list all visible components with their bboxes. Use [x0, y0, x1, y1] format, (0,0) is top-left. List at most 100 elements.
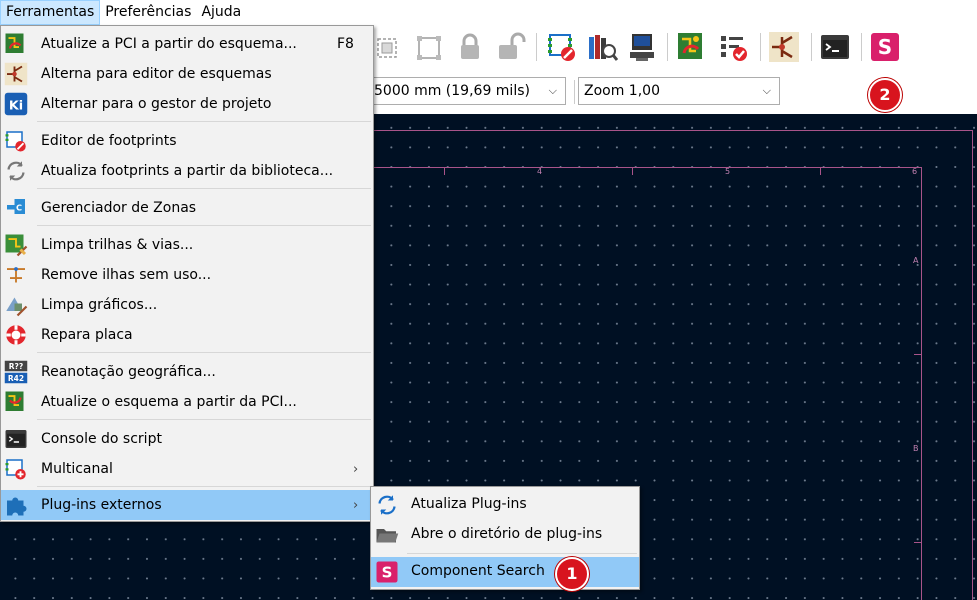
submenu-item-open-plugin-dir[interactable]: Abre o diretório de plug-ins: [371, 520, 639, 550]
menu-item-label: Gerenciador de Zonas: [41, 200, 197, 216]
multichannel-icon: [5, 459, 26, 480]
group-icon[interactable]: [374, 31, 406, 63]
toolbar-separator: [574, 80, 575, 104]
menu-item-zone-manager[interactable]: C Gerenciador de Zonas: [1, 193, 373, 223]
submenu-item-label: Atualiza Plug-ins: [411, 496, 527, 512]
annotation-badge-1: 1: [555, 557, 589, 591]
zoom-select-value: Zoom 1,00: [584, 83, 660, 99]
schematic-editor-icon: [4, 62, 28, 86]
reannotate-icon: R?? R42: [4, 360, 28, 384]
footprint-editor-icon[interactable]: [546, 31, 578, 63]
menu-item-cleanup-tracks[interactable]: Limpa trilhas & vias...: [1, 230, 373, 260]
script-console-icon: [5, 430, 27, 448]
frame-tick: [820, 167, 821, 175]
repair-board-icon: [6, 325, 26, 345]
menu-item-script-console[interactable]: Console do script: [1, 424, 373, 454]
3d-viewer-icon[interactable]: [626, 31, 658, 63]
svg-text:R42: R42: [8, 374, 24, 383]
chevron-right-icon: ›: [353, 461, 359, 477]
menu-item-schematic-editor[interactable]: Alterna para editor de esquemas: [1, 59, 373, 89]
menu-item-update-schematic[interactable]: Atualize o esquema a partir da PCI...: [1, 387, 373, 417]
menu-separator: [37, 121, 371, 122]
footprint-editor-icon: [5, 131, 26, 152]
submenu-item-label: Abre o diretório de plug-ins: [411, 526, 603, 542]
menu-item-update-pcb[interactable]: Atualize a PCI a partir do esquema... F8: [1, 29, 373, 59]
folder-open-icon: [376, 529, 399, 543]
frame-tick: [914, 354, 922, 355]
menu-item-label: Atualize a PCI a partir do esquema...: [41, 36, 297, 52]
update-pcb-icon: [5, 33, 24, 53]
frame-col-label: 4: [537, 167, 543, 176]
grid-select-value: 5000 mm (19,69 mils): [374, 83, 530, 99]
menu-item-project-manager[interactable]: Ki Alternar para o gestor de projeto: [1, 89, 373, 119]
svg-text:S: S: [382, 563, 393, 581]
component-search-icon[interactable]: S: [869, 31, 901, 63]
chevron-right-icon: ›: [353, 497, 359, 513]
menu-item-remove-islands[interactable]: Remove ilhas sem uso...: [1, 260, 373, 290]
menu-item-geographic-reannotation[interactable]: R?? R42 Reanotação geográfica...: [1, 357, 373, 387]
lock-icon[interactable]: [454, 31, 486, 63]
menu-item-update-footprints[interactable]: Atualiza footprints a partir da bibliote…: [1, 156, 373, 186]
menu-item-cleanup-graphics[interactable]: Limpa gráficos...: [1, 290, 373, 320]
zone-manager-icon: C: [7, 199, 25, 214]
menu-item-repair-board[interactable]: Repara placa: [1, 320, 373, 350]
menu-ferramentas[interactable]: Ferramentas: [0, 0, 101, 25]
menu-item-label: Multicanal: [41, 461, 113, 477]
toolbar-separator: [811, 33, 812, 61]
menu-item-label: Limpa gráficos...: [41, 297, 158, 313]
cleanup-graphics-icon: [6, 297, 28, 317]
refresh-plugins-icon: [378, 495, 396, 515]
tools-menu: Atualize a PCI a partir do esquema... F8…: [0, 25, 374, 522]
refresh-footprints-icon: [7, 161, 25, 181]
menu-item-label: Console do script: [41, 431, 162, 447]
main-toolbar: S: [374, 25, 977, 70]
menu-item-label: Alternar para o gestor de projeto: [41, 96, 272, 112]
library-browser-icon[interactable]: [586, 31, 618, 63]
annotation-badge-2: 2: [868, 78, 902, 112]
menu-item-label: Reanotação geográfica...: [41, 364, 216, 380]
remove-islands-icon: [7, 267, 25, 283]
schematic-editor-icon[interactable]: [768, 31, 800, 63]
menu-preferencias[interactable]: Preferências: [100, 0, 196, 25]
svg-text:C: C: [16, 202, 22, 212]
frame-col-label: 6: [912, 167, 918, 176]
menu-item-shortcut: F8: [337, 36, 354, 52]
plugin-puzzle-icon: [7, 497, 27, 516]
grid-select[interactable]: 5000 mm (19,69 mils) ⌵: [368, 77, 566, 105]
chevron-down-icon: ⌵: [762, 84, 771, 97]
chevron-down-icon: ⌵: [548, 84, 557, 97]
frame-row-label: A: [913, 256, 919, 265]
submenu-item-component-search[interactable]: S Component Search: [371, 557, 639, 587]
drc-icon[interactable]: [718, 31, 750, 63]
menu-item-label: Alterna para editor de esquemas: [41, 66, 272, 82]
menu-item-label: Limpa trilhas & vias...: [41, 237, 194, 253]
menu-separator: [407, 553, 637, 554]
frame-row-label: B: [913, 444, 919, 453]
svg-text:R??: R??: [9, 362, 23, 371]
script-console-icon[interactable]: [819, 31, 851, 63]
menubar: Ferramentas Preferências Ajuda: [0, 0, 977, 25]
menu-item-external-plugins[interactable]: Plug-ins externos ›: [1, 490, 373, 520]
component-search-icon: S: [376, 561, 398, 583]
menu-item-label: Atualiza footprints a partir da bibliote…: [41, 163, 334, 179]
submenu-item-label: Component Search: [411, 563, 545, 579]
menu-item-label: Plug-ins externos: [41, 497, 162, 513]
menu-separator: [37, 188, 371, 189]
svg-text:S: S: [878, 35, 892, 59]
menu-item-label: Remove ilhas sem uso...: [41, 267, 212, 283]
frame-tick: [914, 542, 922, 543]
menu-item-footprint-editor[interactable]: Editor de footprints: [1, 126, 373, 156]
zoom-select[interactable]: Zoom 1,00 ⌵: [578, 77, 780, 105]
ungroup-icon[interactable]: [414, 31, 446, 63]
cleanup-tracks-icon: [5, 234, 28, 257]
menu-item-multichannel[interactable]: Multicanal ›: [1, 454, 373, 484]
toolbar-separator: [760, 33, 761, 61]
menu-item-label: Repara placa: [41, 327, 133, 343]
update-pcb-icon[interactable]: [676, 31, 708, 63]
menu-separator: [37, 225, 371, 226]
menu-ajuda[interactable]: Ajuda: [196, 0, 246, 25]
submenu-item-refresh-plugins[interactable]: Atualiza Plug-ins: [371, 490, 639, 520]
kicad-manager-icon: Ki: [4, 92, 28, 116]
toolbar-separator: [667, 33, 668, 61]
unlock-icon[interactable]: [494, 31, 526, 63]
